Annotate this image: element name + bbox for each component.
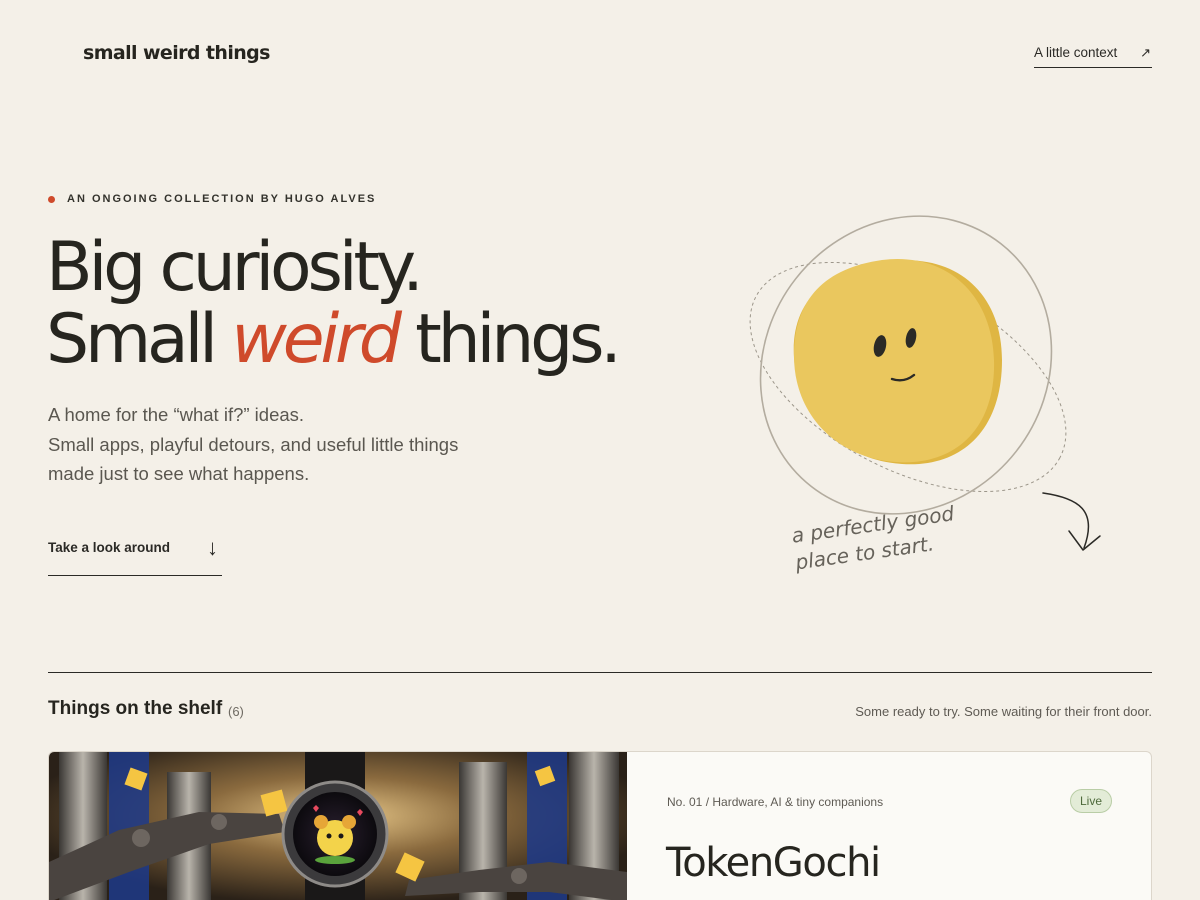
arrow-down-icon: ↓ bbox=[207, 535, 218, 560]
joint-3 bbox=[511, 868, 527, 884]
hero-headline: Big curiosity. Small weird things. bbox=[46, 228, 622, 376]
project-card[interactable]: No. 01 / Hardware, AI & tiny companions … bbox=[48, 751, 1152, 900]
headline-line-2-end: things. bbox=[397, 300, 622, 379]
pet-ear-right bbox=[342, 815, 356, 829]
headline-accent-word: weird bbox=[231, 300, 402, 379]
eyebrow-text: AN ONGOING COLLECTION BY HUGO ALVES bbox=[67, 193, 377, 205]
project-meta: No. 01 / Hardware, AI & tiny companions bbox=[667, 795, 884, 809]
pet-ear-left bbox=[314, 815, 328, 829]
project-image bbox=[49, 752, 627, 900]
site-brand[interactable]: small weird things bbox=[83, 42, 270, 64]
look-around-button[interactable]: Take a look around ↓ bbox=[48, 535, 222, 576]
curved-arrow bbox=[1042, 492, 1090, 549]
intro-line-3: made just to see what happens. bbox=[48, 463, 310, 484]
arrow-up-right-icon: ↗ bbox=[1140, 45, 1151, 60]
headline-line-2: Small weird things. bbox=[46, 304, 622, 376]
section-divider bbox=[48, 672, 1152, 673]
headline-line-1: Big curiosity. bbox=[46, 228, 424, 307]
red-dot-icon bbox=[48, 195, 55, 203]
hero-intro: A home for the “what if?” ideas. Small a… bbox=[48, 400, 548, 489]
context-link[interactable]: A little context ↗ bbox=[1034, 45, 1152, 68]
joint-1 bbox=[132, 829, 150, 847]
pet-grass bbox=[315, 856, 355, 864]
headline-line-2-start: Small bbox=[46, 300, 232, 379]
context-link-label: A little context bbox=[1034, 45, 1118, 60]
intro-line-2: Small apps, playful detours, and useful … bbox=[48, 433, 459, 455]
project-title[interactable]: TokenGochi bbox=[666, 840, 881, 886]
intro-line-1: A home for the “what if?” ideas. bbox=[48, 404, 305, 425]
joint-2 bbox=[211, 814, 227, 830]
shelf-note: Some ready to try. Some waiting for thei… bbox=[855, 704, 1152, 719]
status-badge: Live bbox=[1070, 789, 1112, 813]
hero-eyebrow: AN ONGOING COLLECTION BY HUGO ALVES bbox=[48, 193, 376, 205]
pet-eye-right bbox=[338, 833, 344, 839]
pet-eye-left bbox=[326, 833, 332, 839]
shelf-count: (6) bbox=[228, 704, 244, 719]
cta-label: Take a look around bbox=[48, 540, 171, 555]
shelf-title: Things on the shelf bbox=[48, 698, 223, 719]
